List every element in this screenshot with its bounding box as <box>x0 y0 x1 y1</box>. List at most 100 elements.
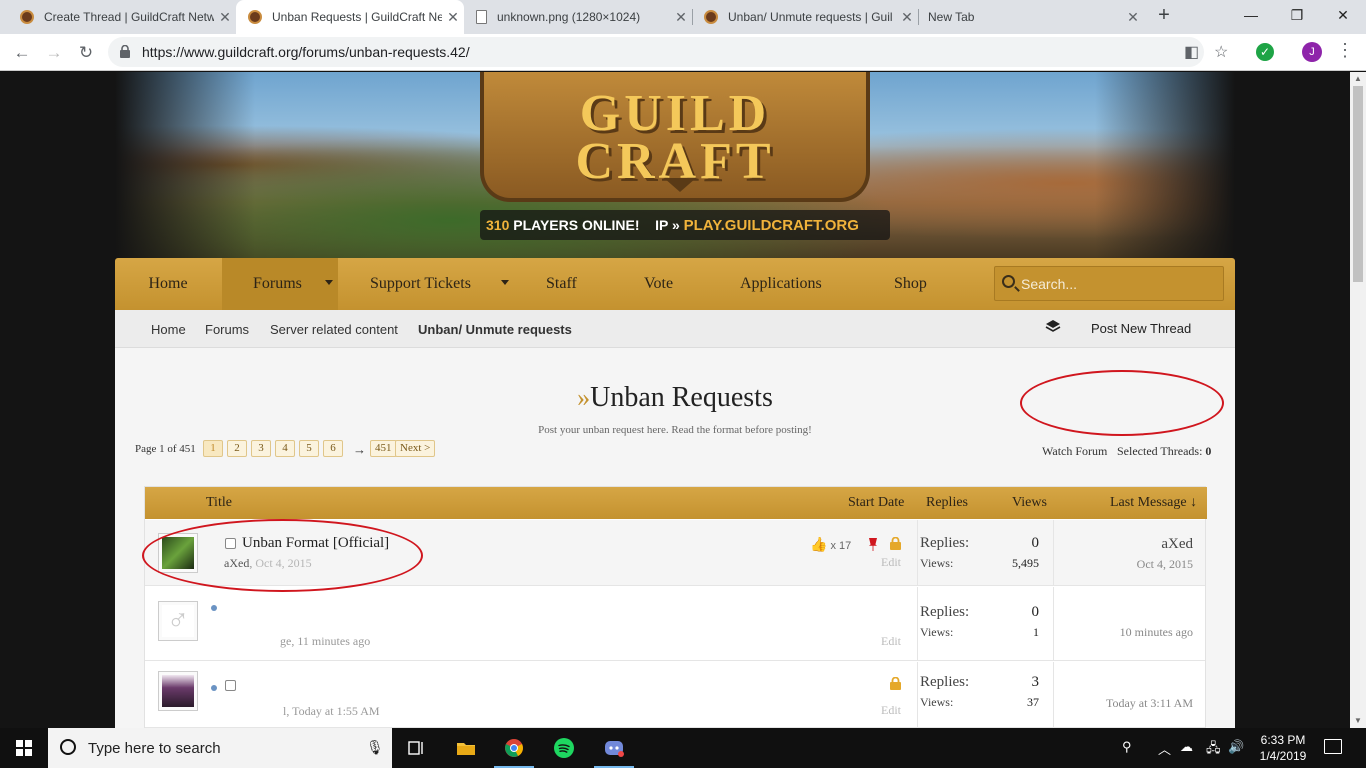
scroll-up-arrow[interactable]: ▲ <box>1354 74 1362 83</box>
nav-shop[interactable]: Shop <box>894 258 927 310</box>
chrome-taskbar-button[interactable] <box>490 728 538 768</box>
last-message-date[interactable]: 10 minutes ago <box>1120 625 1193 640</box>
breadcrumb-server-content[interactable]: Server related content <box>270 322 398 337</box>
replies-label: Replies: <box>920 535 970 551</box>
nav-support-label: Support Tickets <box>370 275 471 292</box>
last-message-user[interactable]: aXed <box>1161 536 1193 553</box>
lock-icon <box>120 45 130 58</box>
extension-check-icon[interactable]: ✓ <box>1256 43 1274 61</box>
last-message-date[interactable]: Today at 3:11 AM <box>1106 696 1193 711</box>
taskbar-search-box[interactable]: Type here to search 🎙 <box>48 728 392 768</box>
blocked-popup-icon[interactable]: ◧ <box>1184 42 1199 62</box>
new-tab-button[interactable]: + <box>1142 0 1186 30</box>
edit-link[interactable]: Edit <box>881 703 901 718</box>
page-count-label: Page 1 of 451 <box>135 443 196 455</box>
thread-checkbox[interactable] <box>225 680 236 691</box>
breadcrumb-home[interactable]: Home <box>151 322 186 337</box>
minimize-button[interactable]: — <box>1228 0 1274 30</box>
page-link-4[interactable]: 4 <box>275 440 295 457</box>
scroll-thumb[interactable] <box>1353 86 1363 282</box>
page-link-3[interactable]: 3 <box>251 440 271 457</box>
tab-title: Unban/ Unmute requests | Guil <box>728 10 893 24</box>
thread-date[interactable]: l, Today at 1:55 AM <box>283 704 380 719</box>
close-tab-icon[interactable]: ✕ <box>442 9 464 26</box>
edit-link[interactable]: Edit <box>881 555 901 570</box>
guildcraft-logo[interactable]: GUILD CRAFT <box>480 72 870 202</box>
search-input[interactable] <box>1021 267 1221 300</box>
thread-row[interactable]: l, Today at 1:55 AM Edit Replies: 3 View… <box>145 662 1205 728</box>
folder-icon <box>457 743 475 755</box>
spotify-button[interactable] <box>540 728 588 768</box>
clock-time[interactable]: 6:33 PM <box>1258 733 1308 747</box>
reload-button[interactable]: ↻ <box>72 39 100 67</box>
start-button[interactable] <box>0 728 48 768</box>
server-ip[interactable]: PLAY.GUILDCRAFT.ORG <box>684 217 859 234</box>
bookmark-star-icon[interactable]: ☆ <box>1214 42 1228 62</box>
discord-button[interactable] <box>590 728 638 768</box>
back-button[interactable]: ← <box>8 39 36 67</box>
page-link-last[interactable]: 451 <box>370 440 397 457</box>
edit-link[interactable]: Edit <box>881 634 901 649</box>
page-link-6[interactable]: 6 <box>323 440 343 457</box>
page-link-5[interactable]: 5 <box>299 440 319 457</box>
close-tab-icon[interactable]: ✕ <box>670 9 692 26</box>
tab-unknown-png[interactable]: unknown.png (1280×1024) ✕ <box>464 0 692 34</box>
close-tab-icon[interactable]: ✕ <box>1122 9 1144 26</box>
logo-text: GUILD CRAFT <box>575 85 775 190</box>
tab-unban-unmute[interactable]: Unban/ Unmute requests | Guil ✕ <box>692 0 918 34</box>
address-bar[interactable]: https://www.guildcraft.org/forums/unban-… <box>108 37 1228 67</box>
page-scrollbar[interactable]: ▲ ▼ <box>1350 72 1366 728</box>
microphone-icon[interactable]: 🎙 <box>366 739 384 756</box>
nav-staff[interactable]: Staff <box>546 258 577 310</box>
show-hidden-icons-chevron-icon[interactable]: ︿ <box>1158 739 1171 758</box>
nav-support-tickets[interactable]: Support Tickets <box>339 258 513 310</box>
avatar[interactable] <box>158 671 198 711</box>
thread-row[interactable]: ♂ ge, 11 minutes ago Edit Replies: 0 Vie… <box>145 587 1205 661</box>
tab-create-thread[interactable]: Create Thread | GuildCraft Netw ✕ <box>8 0 236 34</box>
page-title: »Unban Requests <box>115 382 1235 414</box>
column-views[interactable]: Views <box>1012 495 1047 511</box>
nav-applications[interactable]: Applications <box>740 258 822 310</box>
nav-home[interactable]: Home <box>115 258 221 310</box>
chrome-icon <box>505 739 523 757</box>
page-link-2[interactable]: 2 <box>227 440 247 457</box>
thread-date[interactable]: ge, 11 minutes ago <box>280 634 370 649</box>
restore-button[interactable]: ❐ <box>1274 0 1320 30</box>
column-last-message[interactable]: Last Message ↓ <box>1110 495 1197 511</box>
post-new-thread-button[interactable]: Post New Thread <box>1045 314 1215 344</box>
forward-button[interactable]: → <box>40 39 68 67</box>
tab-new-tab[interactable]: New Tab ✕ <box>918 0 1144 34</box>
avatar[interactable]: ♂ <box>158 601 198 641</box>
column-title[interactable]: Title <box>206 495 232 511</box>
annotation-circle-format-thread <box>142 519 423 592</box>
scroll-down-arrow[interactable]: ▼ <box>1354 716 1362 725</box>
selected-threads-count: 0 <box>1205 444 1212 458</box>
column-replies[interactable]: Replies <box>926 495 968 511</box>
next-page-link[interactable]: Next > <box>395 440 436 457</box>
chrome-menu-icon[interactable]: ⋮ <box>1336 40 1354 61</box>
network-icon[interactable]: 🖧 <box>1206 739 1221 761</box>
file-explorer-button[interactable] <box>442 728 490 768</box>
volume-icon[interactable]: 🔊 <box>1228 739 1244 755</box>
page-link-1[interactable]: 1 <box>203 440 223 457</box>
breadcrumb-forums[interactable]: Forums <box>205 322 249 337</box>
column-start-date[interactable]: Start Date <box>848 495 904 511</box>
tab-unban-requests[interactable]: Unban Requests | GuildCraft Ne ✕ <box>236 0 464 34</box>
close-tab-icon[interactable]: ✕ <box>214 9 236 26</box>
close-tab-icon[interactable]: ✕ <box>896 9 918 26</box>
clock-date[interactable]: 1/4/2019 <box>1256 749 1310 763</box>
selected-threads[interactable]: Selected Threads: 0 <box>1117 444 1211 459</box>
thread-stats: Replies: 0 Views: 5,495 <box>917 520 1054 585</box>
last-message-date[interactable]: Oct 4, 2015 <box>1137 557 1193 572</box>
nav-forums[interactable]: Forums <box>222 258 338 310</box>
close-window-button[interactable]: ✕ <box>1320 0 1366 30</box>
watch-forum-link[interactable]: Watch Forum <box>1042 444 1107 459</box>
people-icon[interactable]: ⚲ <box>1122 739 1132 755</box>
nav-vote[interactable]: Vote <box>644 258 673 310</box>
profile-avatar[interactable]: J <box>1302 42 1322 62</box>
task-view-button[interactable] <box>392 728 440 768</box>
notification-center-icon[interactable] <box>1324 739 1342 754</box>
breadcrumb-current[interactable]: Unban/ Unmute requests <box>418 322 572 337</box>
site-banner: GUILD CRAFT 310 PLAYERS ONLINE! IP » PLA… <box>115 72 1235 258</box>
onedrive-cloud-icon[interactable]: ☁ <box>1180 739 1193 755</box>
